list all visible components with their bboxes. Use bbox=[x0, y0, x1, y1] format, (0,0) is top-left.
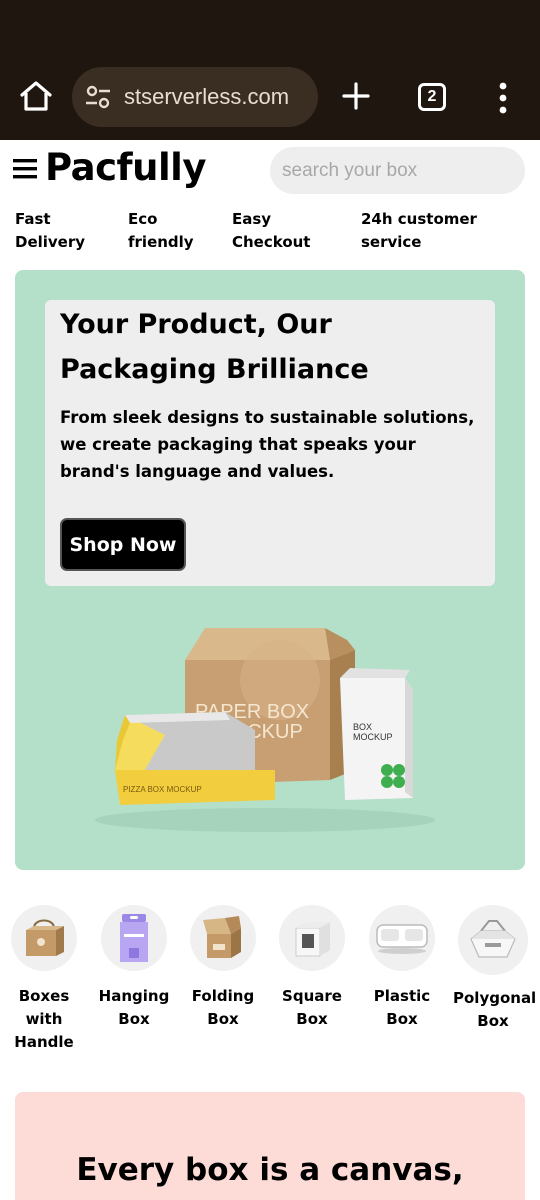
feature-strip: Fast Delivery Eco friendly Easy Checkout… bbox=[0, 208, 540, 258]
feature-customer-service: 24h customer service bbox=[361, 210, 477, 251]
site-settings-icon[interactable] bbox=[84, 83, 112, 111]
category-polygonal-box[interactable]: Polygonal Box bbox=[453, 905, 537, 1033]
feature-eco-friendly: Eco friendly bbox=[128, 210, 194, 251]
hero-title: Your Product, Our Packaging Brilliance bbox=[60, 309, 369, 385]
promo-section: Every box is a canvas, bbox=[15, 1092, 525, 1200]
hero-subtitle: From sleek designs to sustainable soluti… bbox=[60, 408, 475, 481]
box-print-text: MOCKUP bbox=[353, 732, 393, 742]
hero-card: Your Product, Our Packaging Brilliance F… bbox=[45, 300, 495, 586]
category-folding-box[interactable]: Folding Box bbox=[183, 905, 263, 1031]
tab-switcher-button[interactable]: 2 bbox=[418, 83, 446, 111]
feature-fast-delivery: Fast Delivery bbox=[15, 210, 86, 251]
category-square-box[interactable]: Square Box bbox=[272, 905, 352, 1031]
box-print-text: PIZZA BOX MOCKUP bbox=[123, 785, 202, 794]
tab-count: 2 bbox=[427, 88, 437, 105]
more-options-icon[interactable] bbox=[496, 82, 510, 114]
shop-now-button[interactable]: Shop Now bbox=[60, 518, 186, 571]
box-print-text: BOX bbox=[353, 722, 372, 732]
folding-box-icon bbox=[190, 905, 256, 971]
brand-logo[interactable]: Pacfully bbox=[45, 146, 206, 189]
site-header: Pacfully bbox=[0, 140, 540, 200]
browser-toolbar: stserverless.com 2 bbox=[0, 0, 540, 140]
address-bar[interactable]: stserverless.com bbox=[72, 67, 318, 127]
category-label: Plastic Box bbox=[373, 987, 431, 1028]
hanging-box-icon bbox=[101, 905, 167, 971]
category-boxes-with-handle[interactable]: Boxes with Handle bbox=[4, 905, 84, 1054]
category-plastic-box[interactable]: Plastic Box bbox=[362, 905, 442, 1031]
url-text: stserverless.com bbox=[124, 84, 290, 109]
new-tab-icon[interactable] bbox=[340, 80, 372, 112]
plastic-box-icon bbox=[369, 905, 435, 971]
category-row: Boxes with Handle Hanging Box Folding Bo… bbox=[0, 905, 540, 1055]
category-label: Square Box bbox=[282, 987, 342, 1028]
category-label: Polygonal Box bbox=[453, 989, 537, 1030]
search-input[interactable] bbox=[270, 147, 525, 194]
category-label: Folding Box bbox=[191, 987, 255, 1028]
category-label: Hanging Box bbox=[98, 987, 170, 1028]
home-icon[interactable] bbox=[18, 78, 54, 114]
hero-banner: Your Product, Our Packaging Brilliance F… bbox=[15, 270, 525, 870]
square-box-icon bbox=[279, 905, 345, 971]
feature-easy-checkout: Easy Checkout bbox=[232, 210, 311, 251]
promo-title: Every box is a canvas, bbox=[76, 1152, 464, 1188]
menu-icon[interactable] bbox=[13, 157, 39, 181]
polygonal-box-icon bbox=[458, 905, 528, 975]
category-label: Boxes with Handle bbox=[14, 987, 74, 1051]
packaging-mockup-illustration: PAPER BOX MOCKUP BOX MOCKUP PIZZA BOX MO… bbox=[95, 628, 435, 832]
category-hanging-box[interactable]: Hanging Box bbox=[94, 905, 174, 1031]
handle-box-icon bbox=[11, 905, 77, 971]
